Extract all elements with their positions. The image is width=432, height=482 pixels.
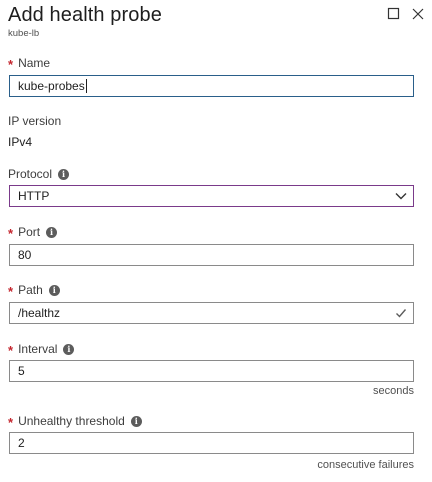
interval-input[interactable]: 5 xyxy=(9,360,414,382)
chevron-down-icon xyxy=(395,193,407,200)
page-subtitle: kube-lb xyxy=(8,28,40,39)
blade-header: Add health probe kube-lb xyxy=(0,0,432,44)
info-icon[interactable]: i xyxy=(63,343,75,355)
unhealthy-threshold-unit-hint: consecutive failures xyxy=(317,459,414,471)
info-icon[interactable]: i xyxy=(46,226,58,238)
unhealthy-threshold-label: * Unhealthy threshold i xyxy=(8,414,142,430)
info-icon[interactable]: i xyxy=(58,168,70,180)
path-input[interactable]: /healthz xyxy=(9,302,414,324)
info-icon[interactable]: i xyxy=(130,415,142,427)
ip-version-label: IP version xyxy=(8,114,62,128)
protocol-select[interactable]: HTTP xyxy=(9,185,414,207)
check-icon xyxy=(396,309,407,318)
name-label: * Name xyxy=(8,56,51,72)
protocol-label: Protocol i xyxy=(8,167,70,181)
required-marker: * xyxy=(8,342,14,358)
close-icon[interactable] xyxy=(410,6,426,22)
name-input[interactable]: kube-probes xyxy=(9,75,414,97)
page-title: Add health probe xyxy=(8,4,162,26)
port-input[interactable]: 80 xyxy=(9,244,414,266)
required-marker: * xyxy=(8,414,14,430)
required-marker: * xyxy=(8,225,14,241)
interval-unit-hint: seconds xyxy=(373,385,414,397)
path-label: * Path i xyxy=(8,283,60,299)
text-caret xyxy=(85,79,87,93)
maximize-icon[interactable] xyxy=(386,6,402,22)
port-label: * Port i xyxy=(8,225,58,241)
unhealthy-threshold-input[interactable]: 2 xyxy=(9,432,414,454)
required-marker: * xyxy=(8,283,14,299)
info-icon[interactable]: i xyxy=(48,284,60,296)
ip-version-value: IPv4 xyxy=(8,135,33,149)
interval-label: * Interval i xyxy=(8,342,75,358)
required-marker: * xyxy=(8,56,14,72)
